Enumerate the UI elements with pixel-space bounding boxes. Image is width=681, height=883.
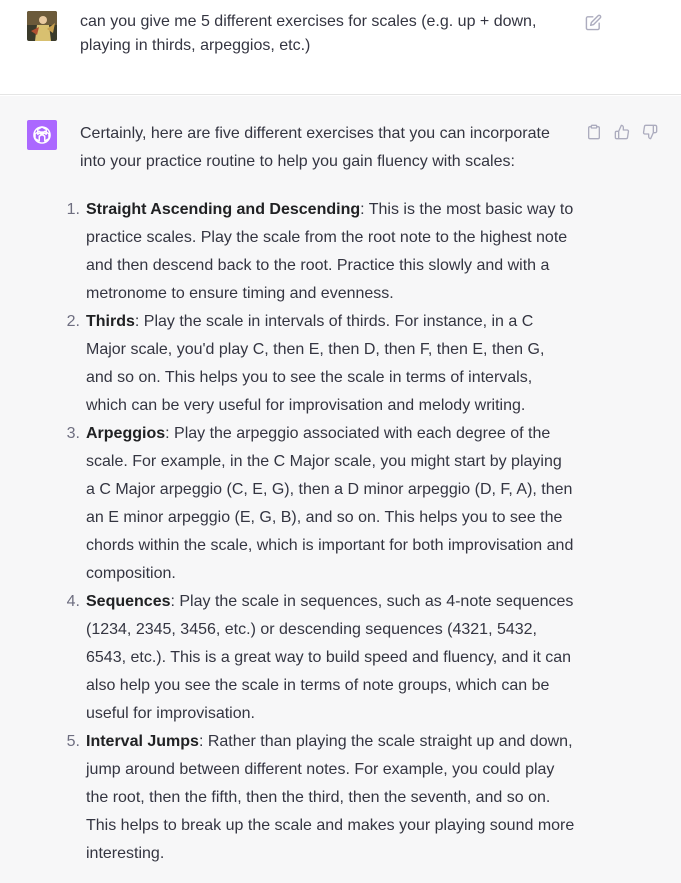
user-avatar	[27, 11, 57, 41]
list-item: 1. Straight Ascending and Descending: Thi…	[60, 196, 575, 308]
exercise-list: 1. Straight Ascending and Descending: Thi…	[60, 196, 575, 868]
assistant-message-row: Certainly, here are five different exerc…	[0, 96, 681, 883]
assistant-intro-text: Certainly, here are five different exerc…	[80, 125, 550, 170]
exercise-title: Sequences	[86, 593, 171, 610]
exercise-body: : Rather than playing the scale straight…	[86, 733, 575, 862]
list-item: 3. Arpeggios: Play the arpeggio associate…	[60, 420, 575, 588]
exercise-title: Straight Ascending and Descending	[86, 201, 361, 218]
exercise-body: : Play the arpeggio associated with each…	[86, 425, 574, 582]
user-message-row: can you give me 5 different exercises fo…	[0, 0, 681, 95]
thumbs-up-icon[interactable]	[614, 124, 630, 140]
list-item-number: 5.	[66, 733, 80, 750]
list-item-number: 1.	[66, 201, 80, 218]
clipboard-icon[interactable]	[586, 124, 602, 140]
exercise-title: Interval Jumps	[86, 733, 199, 750]
edit-icon[interactable]	[585, 14, 602, 31]
list-item-number: 3.	[66, 425, 80, 442]
thumbs-down-icon[interactable]	[642, 124, 658, 140]
list-item: 4. Sequences: Play the scale in sequences…	[60, 588, 575, 728]
exercise-title: Arpeggios	[86, 425, 166, 442]
exercise-body: : Play the scale in sequences, such as 4…	[86, 593, 574, 722]
list-item: 5. Interval Jumps: Rather than playing th…	[60, 728, 575, 868]
user-message-text: can you give me 5 different exercises fo…	[80, 13, 537, 54]
openai-logo-icon	[27, 120, 57, 150]
exercise-title: Thirds	[86, 313, 135, 330]
list-item: 2. Thirds: Play the scale in intervals of…	[60, 308, 575, 420]
list-item-number: 2.	[66, 313, 80, 330]
list-item-number: 4.	[66, 593, 80, 610]
exercise-body: : Play the scale in intervals of thirds.…	[86, 313, 545, 414]
